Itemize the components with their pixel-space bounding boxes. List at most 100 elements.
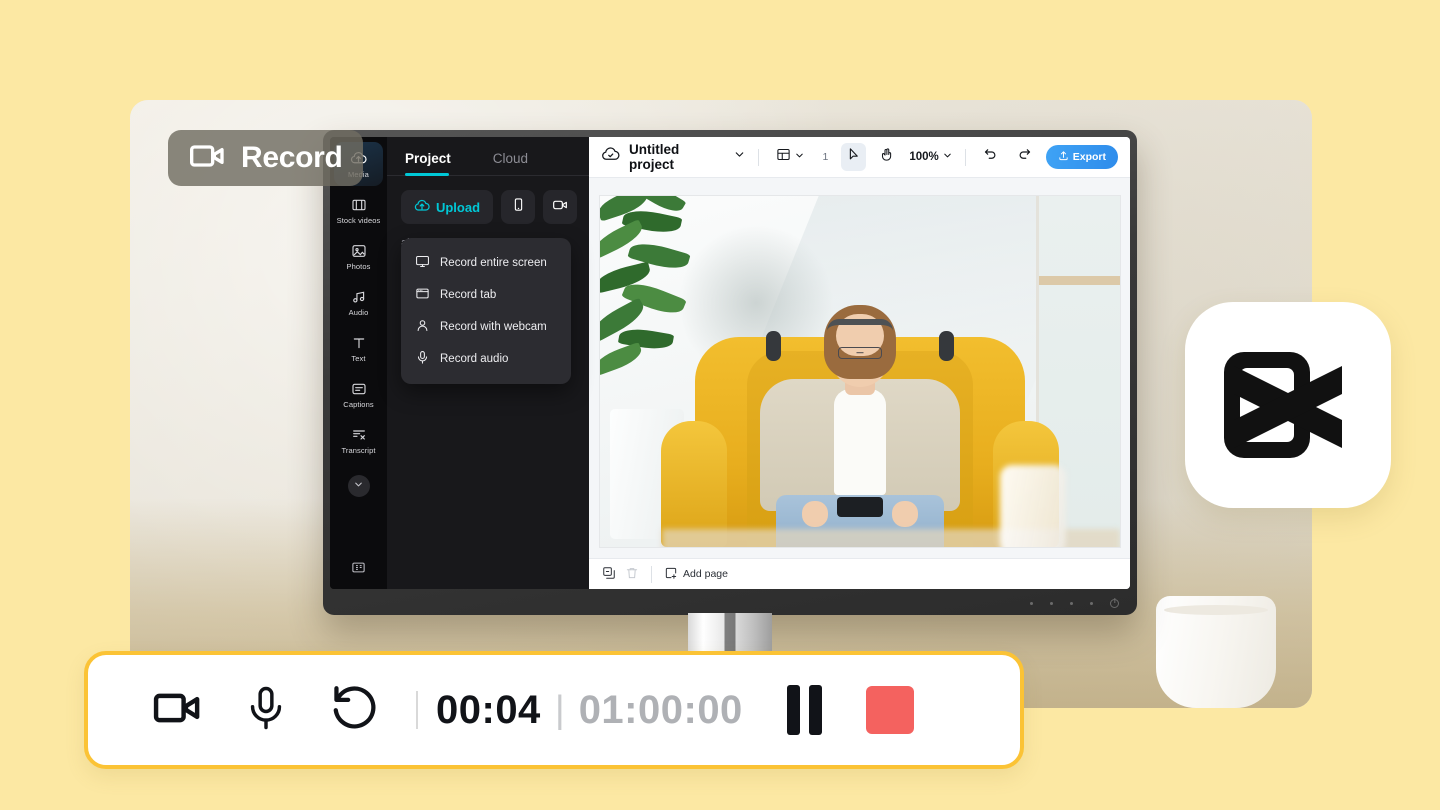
sidebar-item-stock-videos[interactable]: Stock videos [334,189,383,232]
sidebar-item-photos[interactable]: Photos [334,235,383,278]
video-camera-icon [188,136,228,181]
menu-item-label: Record entire screen [440,257,547,269]
toggle-camera-button[interactable] [134,680,222,741]
captions-icon [351,381,367,397]
film-strip-icon [351,197,367,213]
layout-button[interactable] [771,143,810,171]
upload-button[interactable]: Upload [401,190,493,224]
menu-item-label: Record tab [440,289,497,301]
sidebar-item-label: Audio [348,308,369,317]
undo-button[interactable] [978,143,1003,171]
restart-recording-button[interactable] [310,681,398,740]
indicator-dot [1090,602,1093,605]
rail-collapse-button[interactable] [347,475,370,497]
headphones-band [826,318,893,331]
sidebar-item-captions[interactable]: Captions [334,373,383,416]
total-time: 01:00:00 [578,687,743,732]
page-number: 1 [822,151,829,163]
delete-page-button[interactable] [625,566,639,583]
indicator-dot [1030,602,1033,605]
canvas-wrapper [589,178,1130,558]
text-t-icon [351,335,367,351]
person-phone [836,496,883,517]
person-hair [823,304,896,379]
chevron-down-icon[interactable] [733,148,746,166]
pause-button[interactable] [786,685,822,735]
record-badge-label: Record [241,141,343,174]
sidebar-item-label: Captions [343,400,374,409]
indicator-dot [1050,602,1053,605]
monitor-screen: Media Stock videos [330,137,1130,589]
toggle-microphone-button[interactable] [222,682,310,739]
person-hand-left [801,500,828,527]
recording-control-bar: 00:04 | 01:00:00 [84,651,1024,769]
video-camera-icon [552,197,568,218]
person-glasses [837,346,882,359]
app-left-rail: Media Stock videos [330,137,387,589]
import-from-phone-button[interactable] [501,190,535,224]
browser-window-icon [415,286,430,304]
redo-icon [1017,147,1032,167]
redo-button[interactable] [1012,143,1037,171]
record-button[interactable] [543,190,577,224]
menu-item-record-tab[interactable]: Record tab [401,279,571,311]
zoom-control[interactable]: 100% [909,150,952,164]
monitor-bezel: Media Stock videos [323,130,1137,615]
rail-bottom-button[interactable] [330,560,387,580]
add-page-label: Add page [683,568,728,580]
toolbar-divider [964,148,966,166]
upload-button-label: Upload [435,199,481,215]
menu-item-record-entire-screen[interactable]: Record entire screen [401,247,571,279]
add-page-button[interactable]: Add page [664,566,728,583]
sidebar-item-label: Text [351,354,366,363]
foreground-cup [999,464,1066,547]
sidebar-item-transcript[interactable]: Transcript [334,419,383,462]
person-in-chair [759,304,960,547]
monitor-icon [415,254,430,272]
sidebar-item-text[interactable]: Text [334,327,383,370]
cloud-upload-icon [414,198,430,217]
video-camera-icon [150,680,206,741]
menu-item-record-with-webcam[interactable]: Record with webcam [401,311,571,343]
toolbar-divider [757,148,759,166]
cursor-arrow-icon [846,147,861,167]
pause-bar [808,685,822,735]
video-preview-canvas[interactable] [599,195,1120,547]
export-button-label: Export [1072,151,1106,163]
sidebar-item-audio[interactable]: Audio [334,281,383,324]
menu-item-record-audio[interactable]: Record audio [401,343,571,375]
menu-item-label: Record audio [440,353,509,365]
hand-tool-button[interactable] [875,143,900,171]
headphone-cup-right [938,330,954,361]
person-icon [415,318,430,336]
microphone-icon [240,682,292,739]
tab-cloud[interactable]: Cloud [493,151,528,175]
stop-button[interactable] [865,686,914,734]
project-name: Untitled project [629,142,680,172]
chevron-down-icon [353,477,364,495]
record-badge: Record [168,130,363,186]
power-icon[interactable] [1110,599,1119,608]
bottom-bar-divider [651,565,652,583]
trash-icon [625,566,639,583]
export-upload-icon [1058,150,1069,164]
indicator-dot [1070,602,1073,605]
zoom-level-label: 100% [909,151,939,163]
restart-rotate-icon [327,681,381,740]
sidebar-item-label: Photos [346,262,371,271]
tab-project[interactable]: Project [405,151,451,176]
chevron-down-icon [942,150,953,164]
panel-action-row: Upload [387,176,589,224]
duplicate-icon [602,566,616,583]
music-note-icon [351,289,367,305]
undo-icon [983,147,998,167]
monitor: Media Stock videos [323,130,1137,659]
elapsed-time: 00:04 [436,687,541,732]
capcut-logo-tile [1185,302,1391,508]
duplicate-page-button[interactable] [602,566,616,583]
editor-area: Untitled project 1 100% Export Add page [589,137,1130,589]
export-button[interactable]: Export [1045,145,1118,169]
microphone-icon [415,350,430,368]
control-divider [416,691,418,729]
cursor-tool-button[interactable] [841,143,867,171]
